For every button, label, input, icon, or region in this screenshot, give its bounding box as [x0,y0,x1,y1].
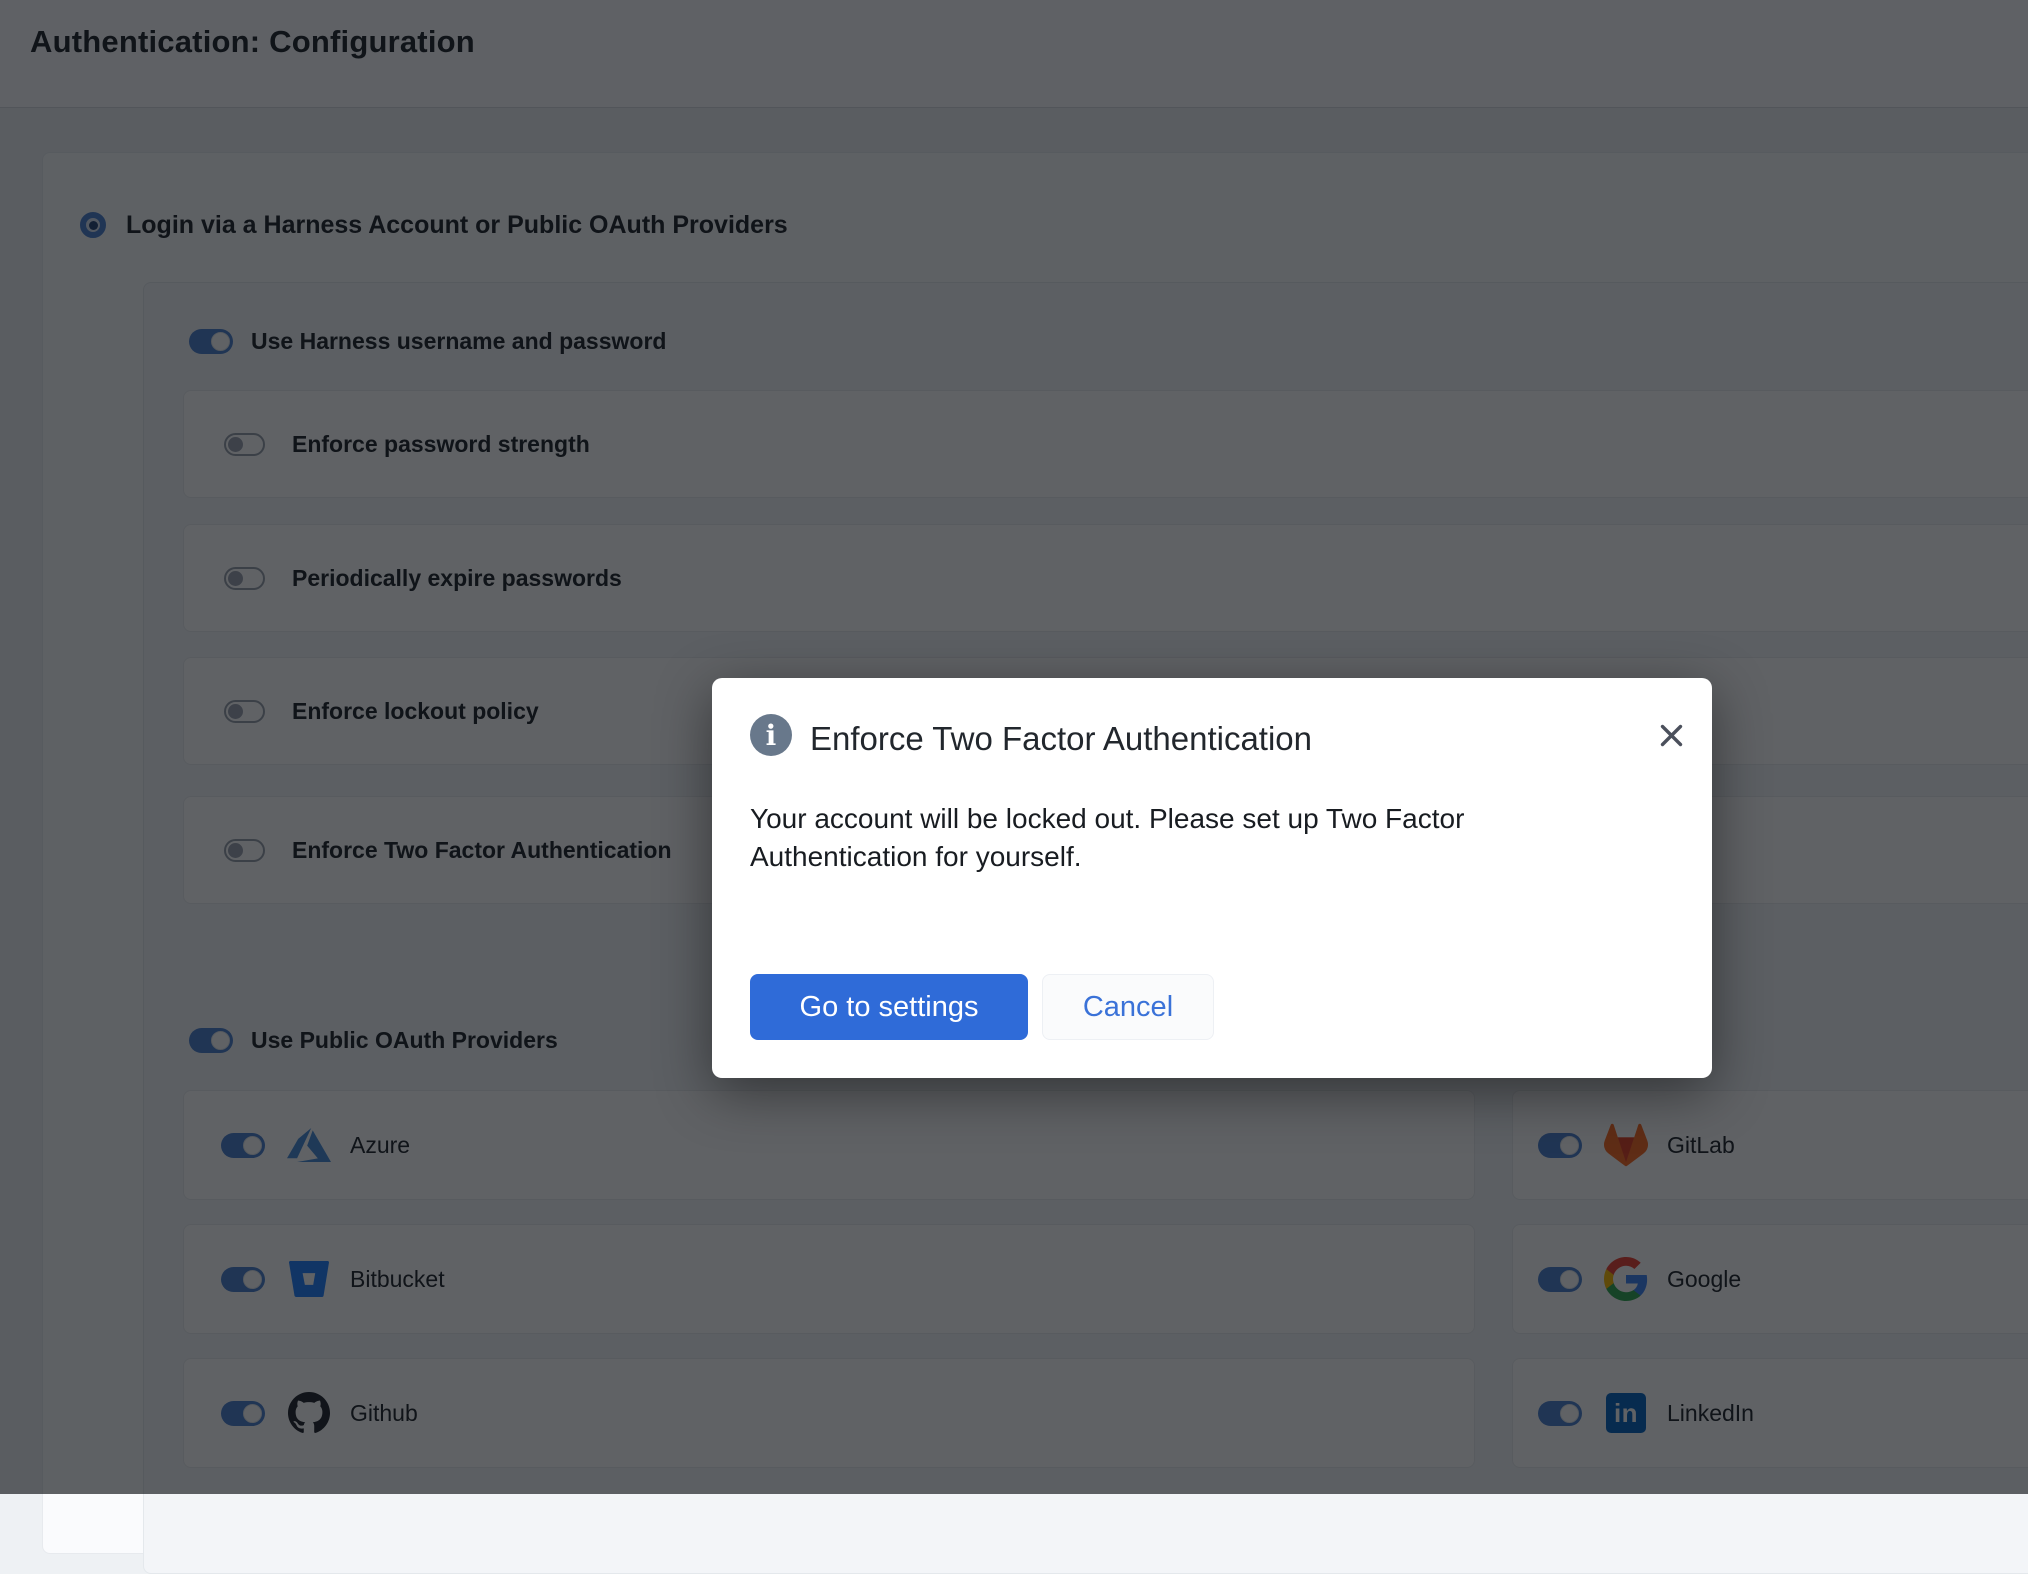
go-to-settings-button[interactable]: Go to settings [750,974,1028,1040]
info-icon: i [750,714,792,756]
modal-message: Your account will be locked out. Please … [750,800,1580,876]
two-factor-modal: i Enforce Two Factor Authentication Your… [712,678,1712,1078]
modal-title: Enforce Two Factor Authentication [810,720,1312,758]
close-icon[interactable] [1648,712,1694,758]
cancel-button[interactable]: Cancel [1042,974,1214,1040]
